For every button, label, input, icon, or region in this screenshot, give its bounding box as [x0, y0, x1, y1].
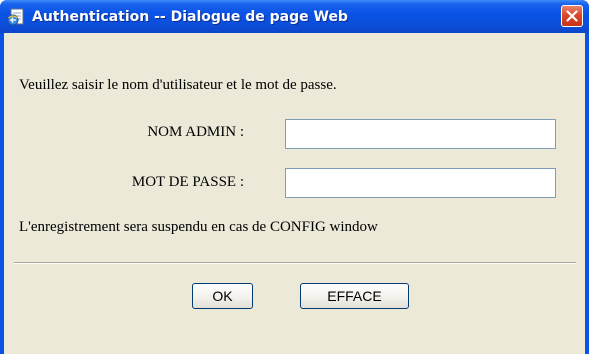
notice-text: L'enregistrement sera suspendu en cas de… — [19, 219, 378, 235]
ok-button[interactable]: OK — [192, 283, 253, 309]
close-icon — [566, 10, 578, 22]
close-button[interactable] — [561, 5, 583, 27]
username-input[interactable] — [285, 119, 556, 149]
dialog-window: Authentication -- Dialogue de page Web V… — [0, 0, 589, 354]
title-bar[interactable]: Authentication -- Dialogue de page Web — [0, 0, 589, 33]
clear-button[interactable]: EFFACE — [300, 283, 409, 309]
instructions-text: Veuillez saisir le nom d'utilisateur et … — [19, 77, 337, 93]
password-label: MOT DE PASSE : — [131, 174, 244, 190]
username-label: NOM ADMIN : — [147, 124, 244, 140]
dialog-body: Veuillez saisir le nom d'utilisateur et … — [4, 33, 585, 354]
divider — [14, 262, 576, 264]
password-input[interactable] — [285, 168, 556, 198]
window-title: Authentication -- Dialogue de page Web — [32, 9, 348, 25]
ie-page-icon — [7, 8, 26, 26]
